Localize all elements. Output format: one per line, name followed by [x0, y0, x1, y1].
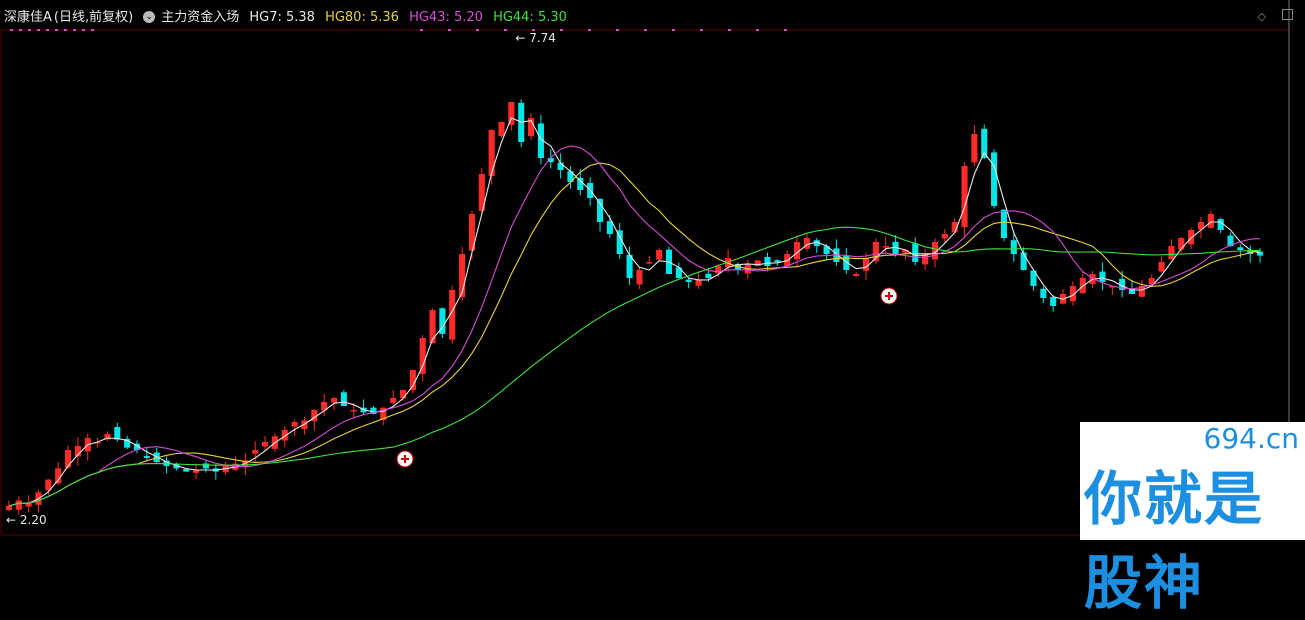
signal-marker	[10, 29, 13, 31]
candle-body	[1040, 288, 1047, 298]
high-label: ← 7.74	[515, 31, 556, 45]
candle-body	[616, 230, 623, 254]
diamond-icon[interactable]: ◇	[1258, 10, 1266, 23]
candle-body	[390, 398, 397, 403]
candle-body	[784, 254, 791, 266]
candle-body	[508, 102, 515, 125]
candle-body	[64, 450, 72, 468]
signal-marker	[28, 29, 31, 31]
candle-body	[803, 238, 810, 249]
signal-marker	[55, 29, 58, 31]
candle-body	[912, 243, 919, 262]
candle-body	[340, 392, 347, 406]
candle-body	[853, 274, 860, 276]
candle-body	[685, 279, 692, 282]
candle-body	[1237, 247, 1244, 250]
candle-body	[114, 427, 121, 440]
low-label: ← 2.20	[6, 513, 47, 527]
candle-body	[1207, 214, 1214, 228]
signal-marker	[616, 29, 619, 31]
signal-marker	[448, 29, 451, 31]
candle-body	[1168, 246, 1175, 260]
candle-body	[695, 279, 702, 286]
candle-body	[1178, 238, 1185, 250]
signal-marker	[644, 29, 647, 31]
candle-body	[646, 262, 653, 264]
candle-body	[1158, 262, 1165, 272]
candle-body	[1217, 219, 1224, 230]
candle-body	[1050, 297, 1057, 306]
candle-body	[636, 270, 643, 285]
signal-marker	[420, 29, 423, 31]
window-icon[interactable]	[1274, 9, 1293, 23]
candle-body	[350, 410, 357, 412]
candle-body	[330, 398, 338, 403]
hg43-line	[8, 145, 1261, 507]
candle-body	[862, 258, 870, 271]
candle-body	[5, 506, 12, 511]
watermark: 694.cn 你就是股神	[1080, 422, 1305, 617]
candle-body	[941, 234, 948, 239]
candle-body	[596, 198, 604, 222]
signal-marker	[784, 29, 787, 31]
hg44-value: HG44: 5.30	[493, 10, 567, 25]
candle-body	[1188, 230, 1195, 245]
candle-body	[882, 246, 889, 248]
candle-body	[15, 500, 22, 510]
candle-body	[291, 422, 298, 427]
candle-body	[577, 177, 584, 190]
signal-marker	[700, 29, 703, 31]
signal-marker	[672, 29, 675, 31]
watermark-text: 你就是股神	[1084, 465, 1265, 617]
stock-name: 深康佳A	[4, 10, 52, 25]
candle-body	[143, 456, 150, 458]
signal-marker	[476, 29, 479, 31]
chart-controls: ◇	[1250, 9, 1293, 23]
candle-body	[55, 468, 62, 484]
signal-marker	[560, 29, 563, 31]
candle-body	[971, 134, 978, 163]
signal-marker	[64, 29, 67, 31]
signal-marker	[91, 29, 94, 31]
candle-body	[705, 273, 712, 278]
chevron-down-icon[interactable]: ⌄	[143, 10, 156, 23]
candle-body	[409, 370, 416, 391]
hg80-value: HG80: 5.36	[325, 10, 399, 25]
hg7-line	[8, 117, 1261, 507]
candle-body	[488, 130, 495, 177]
signal-marker	[728, 29, 731, 31]
candle-body	[419, 338, 426, 374]
signal-marker	[504, 29, 507, 31]
candle-body	[399, 390, 407, 399]
candle-body	[202, 463, 210, 469]
signal-marker	[19, 29, 22, 31]
candle-body	[774, 260, 781, 262]
candle-body	[961, 166, 968, 228]
candle-body	[991, 152, 998, 206]
candle-body	[25, 503, 32, 507]
candle-body	[1010, 240, 1017, 254]
candle-body	[656, 250, 663, 260]
hg44-line	[8, 226, 1261, 507]
watermark-url: 694.cn	[1203, 422, 1299, 455]
signal-marker	[37, 29, 40, 31]
signal-marker	[82, 29, 85, 31]
signal-marker	[756, 29, 759, 31]
candle-body	[1099, 271, 1106, 282]
candle-body	[764, 256, 771, 266]
period-label: (日线,前复权)	[53, 10, 134, 25]
hg43-value: HG43: 5.20	[409, 10, 483, 25]
candle-body	[498, 122, 505, 137]
signal-marker	[73, 29, 76, 31]
hg7-value: HG7: 5.38	[249, 10, 315, 25]
indicator-name: 主力资金入场	[161, 10, 240, 25]
candle-body	[262, 442, 269, 447]
signal-marker	[46, 29, 49, 31]
candle-body	[1000, 209, 1007, 238]
candle-body	[252, 450, 259, 454]
signal-marker	[588, 29, 591, 31]
candle-body	[429, 310, 436, 344]
hg80-line	[8, 162, 1261, 507]
chart-header: 深康佳A (日线,前复权) ⌄ 主力资金入场 HG7: 5.38 HG80: 5.36…	[4, 6, 573, 25]
